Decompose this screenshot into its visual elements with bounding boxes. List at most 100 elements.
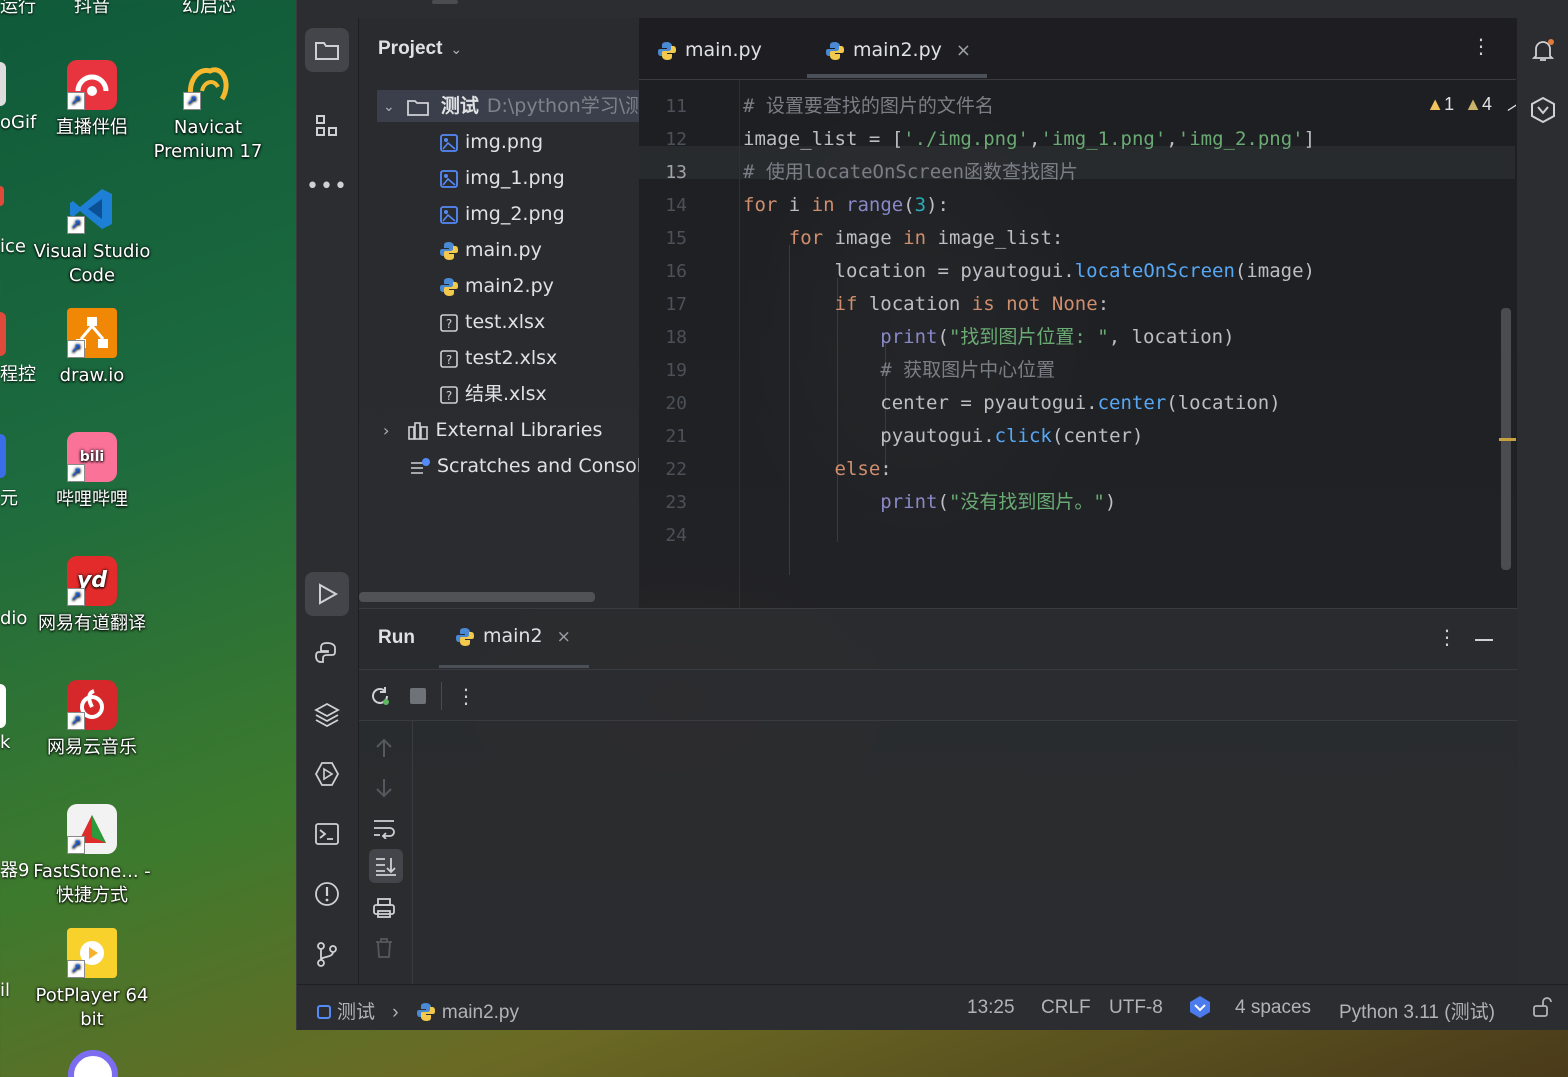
file-name: img.png	[465, 131, 544, 153]
line-number[interactable]: 20	[639, 387, 687, 420]
indent-setting[interactable]: 4 spaces	[1235, 997, 1311, 1019]
run-tool-button[interactable]	[305, 572, 349, 616]
desktop-icon-bilibili[interactable]: bili ↗ 哔哩哔哩	[32, 432, 152, 512]
structure-tool-button[interactable]	[305, 104, 349, 148]
project-tool-button[interactable]	[305, 28, 349, 72]
layers-tool-button[interactable]	[305, 692, 349, 736]
line-number[interactable]: 13	[639, 156, 687, 189]
project-panel-title[interactable]: Project ⌄	[378, 38, 462, 60]
terminal-tool-button[interactable]	[305, 812, 349, 856]
line-number[interactable]: 17	[639, 288, 687, 321]
line-number[interactable]: 12	[639, 123, 687, 156]
code-line[interactable]: for image in image_list:	[743, 222, 1064, 255]
interpreter-setting[interactable]: Python 3.11 (测试)	[1339, 997, 1495, 1024]
line-number[interactable]: 19	[639, 354, 687, 387]
tabs-menu-icon[interactable]: ⋮	[1471, 34, 1491, 58]
tree-file-row[interactable]: img.png	[439, 126, 543, 158]
desktop-icon-zhibo[interactable]: ↗ 直播伴侣	[32, 60, 152, 140]
svg-text:?: ?	[446, 353, 452, 367]
line-number[interactable]: 21	[639, 420, 687, 453]
run-options-icon[interactable]: ⋮	[1437, 625, 1457, 649]
lock-icon[interactable]	[1531, 996, 1553, 1024]
tree-scratches[interactable]: Scratches and Consol	[409, 450, 639, 482]
ai-status-icon[interactable]	[1187, 994, 1213, 1026]
soft-wrap-button[interactable]	[369, 813, 399, 843]
line-number[interactable]: 24	[639, 519, 687, 552]
tab-main-py[interactable]: main.py	[657, 32, 762, 68]
code-line[interactable]: print("没有找到图片。")	[743, 486, 1116, 519]
caret-position[interactable]: 13:25	[967, 997, 1015, 1019]
tree-root-folder[interactable]: ⌄ 测试 D:\python学习\测	[377, 90, 639, 122]
line-number[interactable]: 16	[639, 255, 687, 288]
unknown-file-icon: ?	[440, 349, 458, 368]
desktop-icon-drawio[interactable]: ↗ draw.io	[32, 308, 152, 388]
tree-file-row[interactable]: ? test2.xlsx	[439, 342, 557, 374]
code-line[interactable]: # 获取图片中心位置	[743, 354, 1055, 387]
print-button[interactable]	[369, 893, 399, 923]
run-tab-main2[interactable]: main2 ×	[455, 625, 571, 647]
code-line[interactable]: if location is not None:	[743, 288, 1110, 321]
scroll-to-end-button[interactable]	[369, 849, 403, 883]
line-number[interactable]: 14	[639, 189, 687, 222]
scroll-up-button[interactable]	[369, 733, 399, 763]
code-line[interactable]: # 使用locateOnScreen函数查找图片	[743, 156, 1078, 189]
line-number[interactable]: 15	[639, 222, 687, 255]
run-more-button[interactable]: ⋮	[451, 681, 481, 711]
minimize-icon[interactable]	[1475, 639, 1493, 641]
tree-file-row[interactable]: ? 结果.xlsx	[439, 378, 547, 410]
desktop-icon-youdao[interactable]: yd ↗ 网易有道翻译	[32, 556, 152, 636]
tab-main2-py[interactable]: main2.py ×	[825, 32, 971, 68]
title-bar[interactable]	[297, 0, 1568, 18]
tree-file-row[interactable]: ? test.xlsx	[439, 306, 545, 338]
desktop-icon-faststone[interactable]: ↗ FastStone... - 快捷方式	[32, 804, 152, 908]
scroll-down-button[interactable]	[369, 773, 399, 803]
problems-tool-button[interactable]	[305, 872, 349, 916]
ai-assistant-button[interactable]	[1521, 88, 1565, 132]
code-line[interactable]: else:	[743, 453, 892, 486]
code-line[interactable]: location = pyautogui.locateOnScreen(imag…	[743, 255, 1315, 288]
tree-file-row[interactable]: img_2.png	[439, 198, 565, 230]
desktop-icon-potplayer[interactable]: ↗ PotPlayer 64 bit	[32, 928, 152, 1032]
code-line[interactable]: image_list = ['./img.png','img_1.png','i…	[743, 123, 1315, 156]
line-separator[interactable]: CRLF	[1041, 997, 1091, 1019]
print-icon	[373, 898, 395, 918]
code-line[interactable]: for i in range(3):	[743, 189, 949, 222]
line-number[interactable]: 22	[639, 453, 687, 486]
desktop-cut-label: il	[0, 980, 11, 1001]
desktop-icon-partial[interactable]	[68, 1050, 118, 1077]
tree-file-row[interactable]: img_1.png	[439, 162, 565, 194]
code-line[interactable]: print("找到图片位置: ", location)	[743, 321, 1234, 354]
code-line[interactable]: center = pyautogui.center(location)	[743, 387, 1280, 420]
project-horizontal-scrollbar[interactable]	[359, 592, 595, 602]
git-tool-button[interactable]	[305, 932, 349, 976]
services-tool-button[interactable]	[305, 752, 349, 796]
desktop-top-label: 抖音	[74, 0, 110, 17]
notifications-button[interactable]	[1521, 28, 1565, 72]
python-console-tool-button[interactable]	[305, 632, 349, 676]
stop-icon	[410, 688, 426, 704]
project-title-label: Project	[378, 38, 443, 59]
tree-file-row[interactable]: main.py	[439, 234, 542, 266]
rerun-button[interactable]	[365, 681, 395, 711]
line-number[interactable]: 11	[639, 90, 687, 123]
desktop-icon-navicat[interactable]: ↗ Navicat Premium 17	[148, 60, 268, 164]
terminal-icon	[315, 823, 339, 845]
desktop-icon-netease-music[interactable]: ↗ 网易云音乐	[32, 680, 152, 760]
desktop-icon-vscode[interactable]: ↗ Visual Studio Code	[32, 184, 152, 288]
breadcrumb[interactable]: 测试 › main2.py	[317, 997, 519, 1024]
code-line[interactable]: pyautogui.click(center)	[743, 420, 1143, 453]
clear-all-button[interactable]	[369, 933, 399, 963]
root-folder-name: 测试	[440, 95, 479, 117]
line-number[interactable]: 18	[639, 321, 687, 354]
tree-file-row[interactable]: main2.py	[439, 270, 554, 302]
code-line[interactable]: # 设置要查找的图片的文件名	[743, 90, 994, 123]
chevron-right-icon: ›	[383, 420, 390, 440]
stop-button[interactable]	[403, 681, 433, 711]
close-icon[interactable]: ×	[557, 627, 571, 647]
line-number[interactable]: 23	[639, 486, 687, 519]
more-tools-button[interactable]: •••	[305, 164, 349, 208]
more-vertical-icon: ⋮	[456, 684, 476, 708]
file-encoding[interactable]: UTF-8	[1109, 997, 1163, 1019]
tree-external-libraries[interactable]: › External Libraries	[383, 414, 602, 446]
close-icon[interactable]: ×	[956, 40, 971, 61]
